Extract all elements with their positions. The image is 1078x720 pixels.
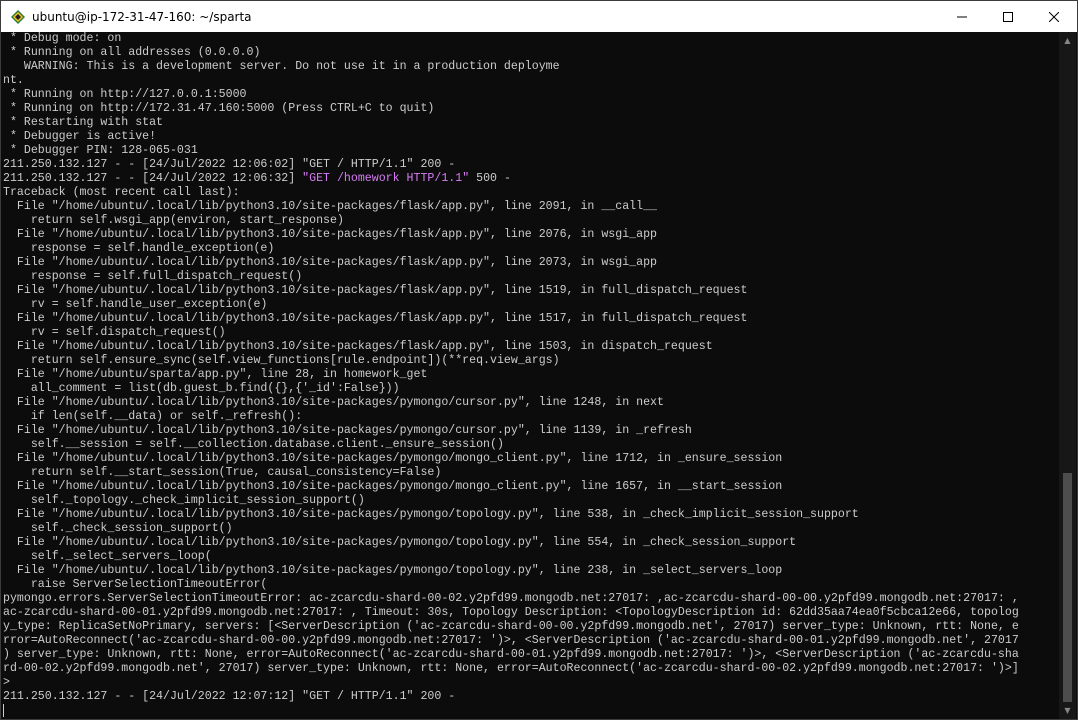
terminal-line: * Running on http://127.0.0.1:5000 bbox=[3, 88, 247, 101]
terminal-line: * Debug mode: on bbox=[3, 32, 122, 45]
terminal-line: Traceback (most recent call last): bbox=[3, 186, 240, 199]
maximize-icon bbox=[1003, 11, 1013, 22]
terminal-line: ) server_type: Unknown, rtt: None, error… bbox=[3, 648, 1019, 661]
terminal-line: self.__session = self.__collection.datab… bbox=[3, 438, 504, 451]
scrollbar-thumb[interactable] bbox=[1063, 473, 1072, 702]
terminal-line: 211.250.132.127 - - [24/Jul/2022 12:06:3… bbox=[3, 172, 1059, 186]
terminal-line: File "/home/ubuntu/.local/lib/python3.10… bbox=[3, 228, 657, 241]
terminal-line: 211.250.132.127 - - [24/Jul/2022 12:06:0… bbox=[3, 158, 456, 171]
log-prefix: 211.250.132.127 - - [24/Jul/2022 12:06:3… bbox=[3, 172, 303, 185]
terminal-line: response = self.handle_exception(e) bbox=[3, 242, 275, 255]
vertical-scrollbar[interactable]: ▲ ▼ bbox=[1059, 32, 1076, 719]
terminal-line: self._select_servers_loop( bbox=[3, 550, 212, 563]
terminal-line: return self.wsgi_app(environ, start_resp… bbox=[3, 214, 344, 227]
terminal-line: raise ServerSelectionTimeoutError( bbox=[3, 578, 268, 591]
terminal-line: rd-00-02.y2pfd99.mongodb.net', 27017) se… bbox=[3, 662, 1019, 675]
terminal-output[interactable]: * Debug mode: on * Running on all addres… bbox=[3, 32, 1059, 719]
terminal-line: > bbox=[3, 676, 10, 689]
scroll-up-arrow-icon[interactable]: ▲ bbox=[1059, 32, 1076, 49]
terminal-line: File "/home/ubuntu/.local/lib/python3.10… bbox=[3, 312, 748, 325]
terminal-line: File "/home/ubuntu/.local/lib/python3.10… bbox=[3, 340, 713, 353]
close-icon bbox=[1049, 11, 1059, 22]
terminal-line: File "/home/ubuntu/.local/lib/python3.10… bbox=[3, 508, 859, 521]
log-status: 500 - bbox=[469, 172, 511, 185]
minimize-icon bbox=[957, 16, 967, 17]
terminal-line: File "/home/ubuntu/.local/lib/python3.10… bbox=[3, 200, 657, 213]
title-bar[interactable]: ubuntu@ip-172-31-47-160: ~/sparta bbox=[1, 1, 1077, 32]
terminal-line: rror=AutoReconnect('ac-zcarcdu-shard-00-… bbox=[3, 634, 1019, 647]
terminal-line: File "/home/ubuntu/.local/lib/python3.10… bbox=[3, 536, 797, 549]
terminal-line: File "/home/ubuntu/sparta/app.py", line … bbox=[3, 368, 428, 381]
terminal-line: return self.ensure_sync(self.view_functi… bbox=[3, 354, 560, 367]
minimize-button[interactable] bbox=[939, 1, 985, 32]
terminal-line: ac-zcarcdu-shard-00-01.y2pfd99.mongodb.n… bbox=[3, 606, 1019, 619]
terminal-line: y_type: ReplicaSetNoPrimary, servers: [<… bbox=[3, 620, 1019, 633]
terminal-line: rv = self.handle_user_exception(e) bbox=[3, 298, 268, 311]
highlighted-request: "GET /homework HTTP/1.1" bbox=[302, 172, 470, 185]
terminal-window: ubuntu@ip-172-31-47-160: ~/sparta * Debu… bbox=[0, 0, 1078, 720]
terminal-line: File "/home/ubuntu/.local/lib/python3.10… bbox=[3, 396, 664, 409]
terminal-line: File "/home/ubuntu/.local/lib/python3.10… bbox=[3, 424, 692, 437]
terminal-line: self._check_session_support() bbox=[3, 522, 233, 535]
terminal-line: File "/home/ubuntu/.local/lib/python3.10… bbox=[3, 452, 783, 465]
terminal-line: * Debugger is active! bbox=[3, 130, 157, 143]
terminal-line: * Running on all addresses (0.0.0.0) bbox=[3, 46, 261, 59]
text-cursor bbox=[3, 704, 4, 717]
terminal-line: 211.250.132.127 - - [24/Jul/2022 12:07:1… bbox=[3, 690, 456, 703]
terminal-line: self._topology._check_implicit_session_s… bbox=[3, 494, 365, 507]
scroll-down-arrow-icon[interactable]: ▼ bbox=[1059, 702, 1076, 719]
terminal-line: rv = self.dispatch_request() bbox=[3, 326, 226, 339]
terminal-line: * Running on http://172.31.47.160:5000 (… bbox=[3, 102, 435, 115]
terminal-line: File "/home/ubuntu/.local/lib/python3.10… bbox=[3, 284, 748, 297]
terminal-line: all_comment = list(db.guest_b.find({},{'… bbox=[3, 382, 400, 395]
window-title: ubuntu@ip-172-31-47-160: ~/sparta bbox=[32, 9, 252, 24]
terminal-line: * Debugger PIN: 128-065-031 bbox=[3, 144, 198, 157]
close-button[interactable] bbox=[1031, 1, 1077, 32]
terminal-line: response = self.full_dispatch_request() bbox=[3, 270, 303, 283]
terminal-line: WARNING: This is a development server. D… bbox=[3, 60, 560, 73]
terminal-line: pymongo.errors.ServerSelectionTimeoutErr… bbox=[3, 592, 1019, 605]
scrollbar-track[interactable] bbox=[1063, 49, 1072, 702]
terminal-line: File "/home/ubuntu/.local/lib/python3.10… bbox=[3, 256, 657, 269]
terminal-line: if len(self.__data) or self._refresh(): bbox=[3, 410, 303, 423]
window-controls bbox=[939, 1, 1077, 32]
terminal-line: * Restarting with stat bbox=[3, 116, 164, 129]
terminal-penguin-icon[interactable] bbox=[10, 9, 26, 25]
prompt-line[interactable] bbox=[3, 704, 1059, 718]
terminal-line: return self.__start_session(True, causal… bbox=[3, 466, 442, 479]
terminal-line: File "/home/ubuntu/.local/lib/python3.10… bbox=[3, 564, 783, 577]
terminal-line: File "/home/ubuntu/.local/lib/python3.10… bbox=[3, 480, 783, 493]
maximize-button[interactable] bbox=[985, 1, 1031, 32]
terminal-line: nt. bbox=[3, 74, 24, 87]
